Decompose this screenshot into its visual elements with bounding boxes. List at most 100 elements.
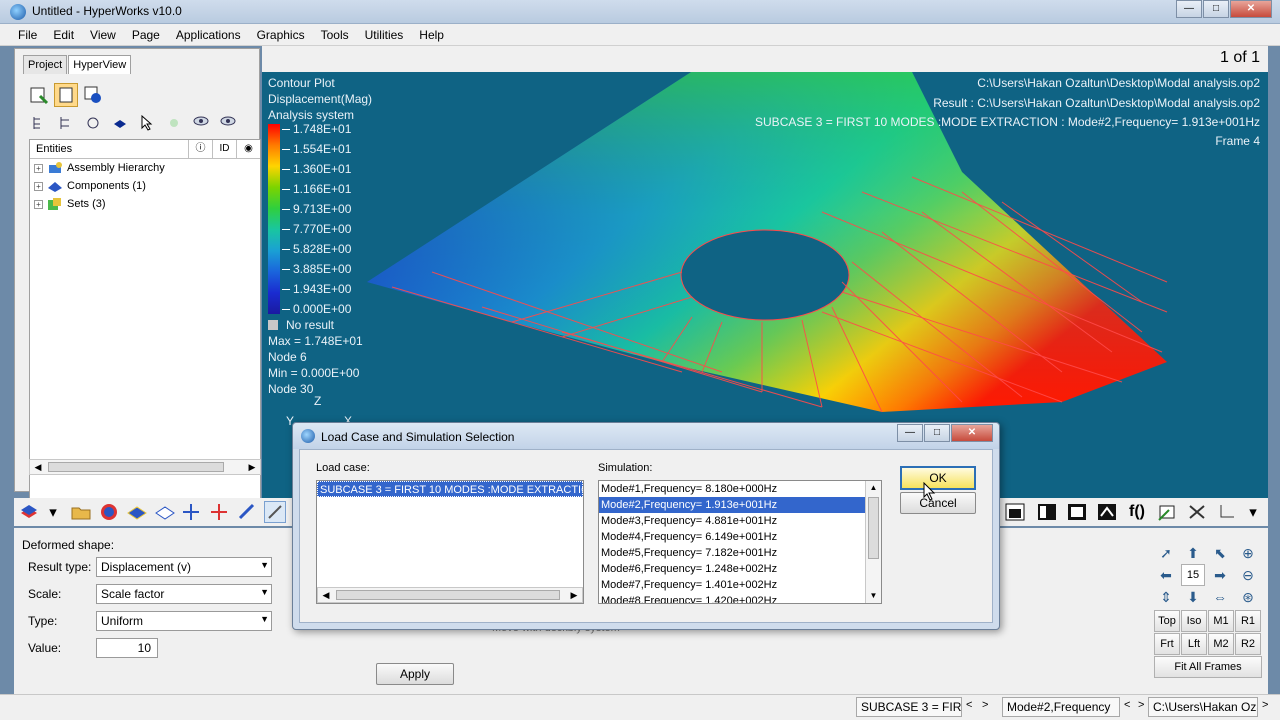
simulation-item[interactable]: Mode#5,Frequency= 7.182e+001Hz (599, 545, 881, 561)
arrow-left-icon[interactable]: ⬅ (1154, 564, 1178, 586)
fit-all-frames-button[interactable]: Fit All Frames (1154, 656, 1262, 678)
menu-file[interactable]: File (10, 24, 45, 45)
layout-4-icon[interactable] (1096, 501, 1118, 523)
simulation-item[interactable]: Mode#7,Frequency= 1.401e+002Hz (599, 577, 881, 593)
tree-item-assembly-hierarchy[interactable]: + Assembly Hierarchy (30, 159, 260, 177)
menu-tools[interactable]: Tools (313, 24, 357, 45)
view-r1-button[interactable]: R1 (1235, 610, 1261, 632)
status-mode-next[interactable]: > (1138, 699, 1144, 711)
status-subcase-next[interactable]: > (982, 699, 988, 711)
notes-icon[interactable] (1156, 501, 1178, 523)
contour-icon[interactable] (98, 501, 120, 523)
page-window-icon[interactable] (54, 83, 78, 107)
dropdown-arrow-icon[interactable]: ▾ (1242, 501, 1264, 523)
info-icon[interactable]: ⓘ (188, 140, 212, 158)
simulation-item[interactable]: Mode#3,Frequency= 4.881e+001Hz (599, 513, 881, 529)
zoom-fit-icon[interactable]: ⊛ (1236, 586, 1260, 608)
menu-applications[interactable]: Applications (168, 24, 249, 45)
dropdown-arrow-icon[interactable]: ▾ (42, 501, 64, 523)
zoom-in-icon[interactable]: ⊕ (1236, 542, 1260, 564)
surface-icon[interactable] (126, 501, 148, 523)
menu-view[interactable]: View (82, 24, 124, 45)
mesh-icon[interactable] (154, 501, 176, 523)
scroll-up-icon[interactable]: ▲ (866, 481, 881, 495)
expand-icon[interactable]: + (34, 199, 43, 209)
view-left-button[interactable]: Lft (1181, 633, 1207, 655)
vector-icon[interactable] (180, 501, 202, 523)
close-button[interactable]: ✕ (1230, 0, 1272, 18)
arrow-up-icon[interactable]: ⬆ (1181, 542, 1205, 564)
value-field[interactable]: 10 (96, 638, 158, 658)
add-page-icon[interactable] (27, 83, 51, 107)
menu-edit[interactable]: Edit (45, 24, 82, 45)
zoom-out-icon[interactable]: ⊖ (1236, 564, 1260, 586)
scroll-right-icon[interactable]: ▶ (566, 588, 582, 602)
menu-graphics[interactable]: Graphics (249, 24, 313, 45)
rotate-left-up-icon[interactable]: ➚ (1154, 542, 1178, 564)
simulation-item[interactable]: Mode#4,Frequency= 6.149e+001Hz (599, 529, 881, 545)
model-window-icon[interactable] (81, 83, 105, 107)
cancel-button[interactable]: Cancel (900, 492, 976, 514)
load-case-item[interactable]: SUBCASE 3 = FIRST 10 MODES :MODE EXTRACT… (317, 481, 583, 497)
fit-horizontal-icon[interactable]: ⇔ (1208, 586, 1232, 608)
view-iso-button[interactable]: Iso (1181, 610, 1207, 632)
dialog-restore-button[interactable]: □ (924, 424, 950, 442)
view-m2-button[interactable]: M2 (1208, 633, 1234, 655)
expand-icon[interactable]: + (34, 181, 43, 191)
tab-hyperview[interactable]: HyperView (68, 55, 132, 74)
status-subcase-prev[interactable]: < (966, 699, 972, 711)
type-dropdown[interactable]: Uniform ▼ (96, 611, 272, 631)
show-one-icon[interactable] (216, 111, 240, 135)
function-icon[interactable]: f() (1126, 501, 1148, 523)
simulation-item[interactable]: Mode#6,Frequency= 1.248e+002Hz (599, 561, 881, 577)
filter-icon[interactable] (81, 111, 105, 135)
rotate-angle-field[interactable]: 15 (1181, 564, 1205, 586)
view-m1-button[interactable]: M1 (1208, 610, 1234, 632)
expand-tree-icon[interactable] (27, 111, 51, 135)
scroll-left-icon[interactable]: ◀ (318, 588, 334, 602)
color-icon[interactable]: ◉ (236, 140, 260, 158)
status-subcase[interactable]: SUBCASE 3 = FIRST (856, 697, 962, 717)
isolate-icon[interactable] (162, 111, 186, 135)
minimize-button[interactable]: — (1176, 0, 1202, 18)
status-mode[interactable]: Mode#2,Frequency (1002, 697, 1120, 717)
tensor-icon[interactable] (208, 501, 230, 523)
status-mode-prev[interactable]: < (1124, 699, 1130, 711)
dialog-close-button[interactable]: ✕ (951, 424, 993, 442)
layout-1-icon[interactable] (1004, 501, 1026, 523)
scroll-thumb[interactable] (336, 590, 560, 600)
scroll-right-icon[interactable]: ▶ (244, 460, 260, 474)
simulation-item[interactable]: Mode#1,Frequency= 8.180e+000Hz (599, 481, 881, 497)
xy-plot-icon[interactable] (1186, 501, 1208, 523)
scale-dropdown[interactable]: Scale factor ▼ (96, 584, 272, 604)
simulation-item-selected[interactable]: Mode#2,Frequency= 1.913e+001Hz (599, 497, 881, 513)
simulation-item[interactable]: Mode#8,Frequency= 1.420e+002Hz (599, 593, 881, 603)
menu-page[interactable]: Page (124, 24, 168, 45)
load-case-list[interactable]: SUBCASE 3 = FIRST 10 MODES :MODE EXTRACT… (316, 480, 584, 604)
pointer-icon[interactable] (135, 111, 159, 135)
load-case-hscrollbar[interactable]: ◀ ▶ (317, 587, 583, 603)
arrow-right-icon[interactable]: ➡ (1208, 564, 1232, 586)
simulation-list[interactable]: Mode#1,Frequency= 8.180e+000Hz Mode#2,Fr… (598, 480, 882, 604)
tree-item-components[interactable]: + Components (1) (30, 177, 260, 195)
dialog-minimize-button[interactable]: — (897, 424, 923, 442)
simulation-vscrollbar[interactable]: ▲ ▼ (865, 481, 881, 603)
view-r2-button[interactable]: R2 (1235, 633, 1261, 655)
expand-icon[interactable]: + (34, 163, 43, 173)
layout-3-icon[interactable] (1066, 501, 1088, 523)
display-icon[interactable] (108, 111, 132, 135)
tab-project[interactable]: Project (23, 55, 68, 74)
arrow-down-icon[interactable]: ⬇ (1181, 586, 1205, 608)
scroll-thumb[interactable] (48, 462, 224, 472)
frame-axis-icon[interactable] (1216, 501, 1238, 523)
tree-item-sets[interactable]: + Sets (3) (30, 195, 260, 213)
menu-help[interactable]: Help (411, 24, 452, 45)
collapse-tree-icon[interactable] (54, 111, 78, 135)
scroll-left-icon[interactable]: ◀ (30, 460, 46, 474)
menu-utilities[interactable]: Utilities (357, 24, 412, 45)
browser-hscrollbar[interactable]: ◀ ▶ (29, 459, 261, 475)
view-front-button[interactable]: Frt (1154, 633, 1180, 655)
scroll-down-icon[interactable]: ▼ (866, 589, 881, 603)
deform-icon[interactable] (236, 501, 258, 523)
view-top-button[interactable]: Top (1154, 610, 1180, 632)
